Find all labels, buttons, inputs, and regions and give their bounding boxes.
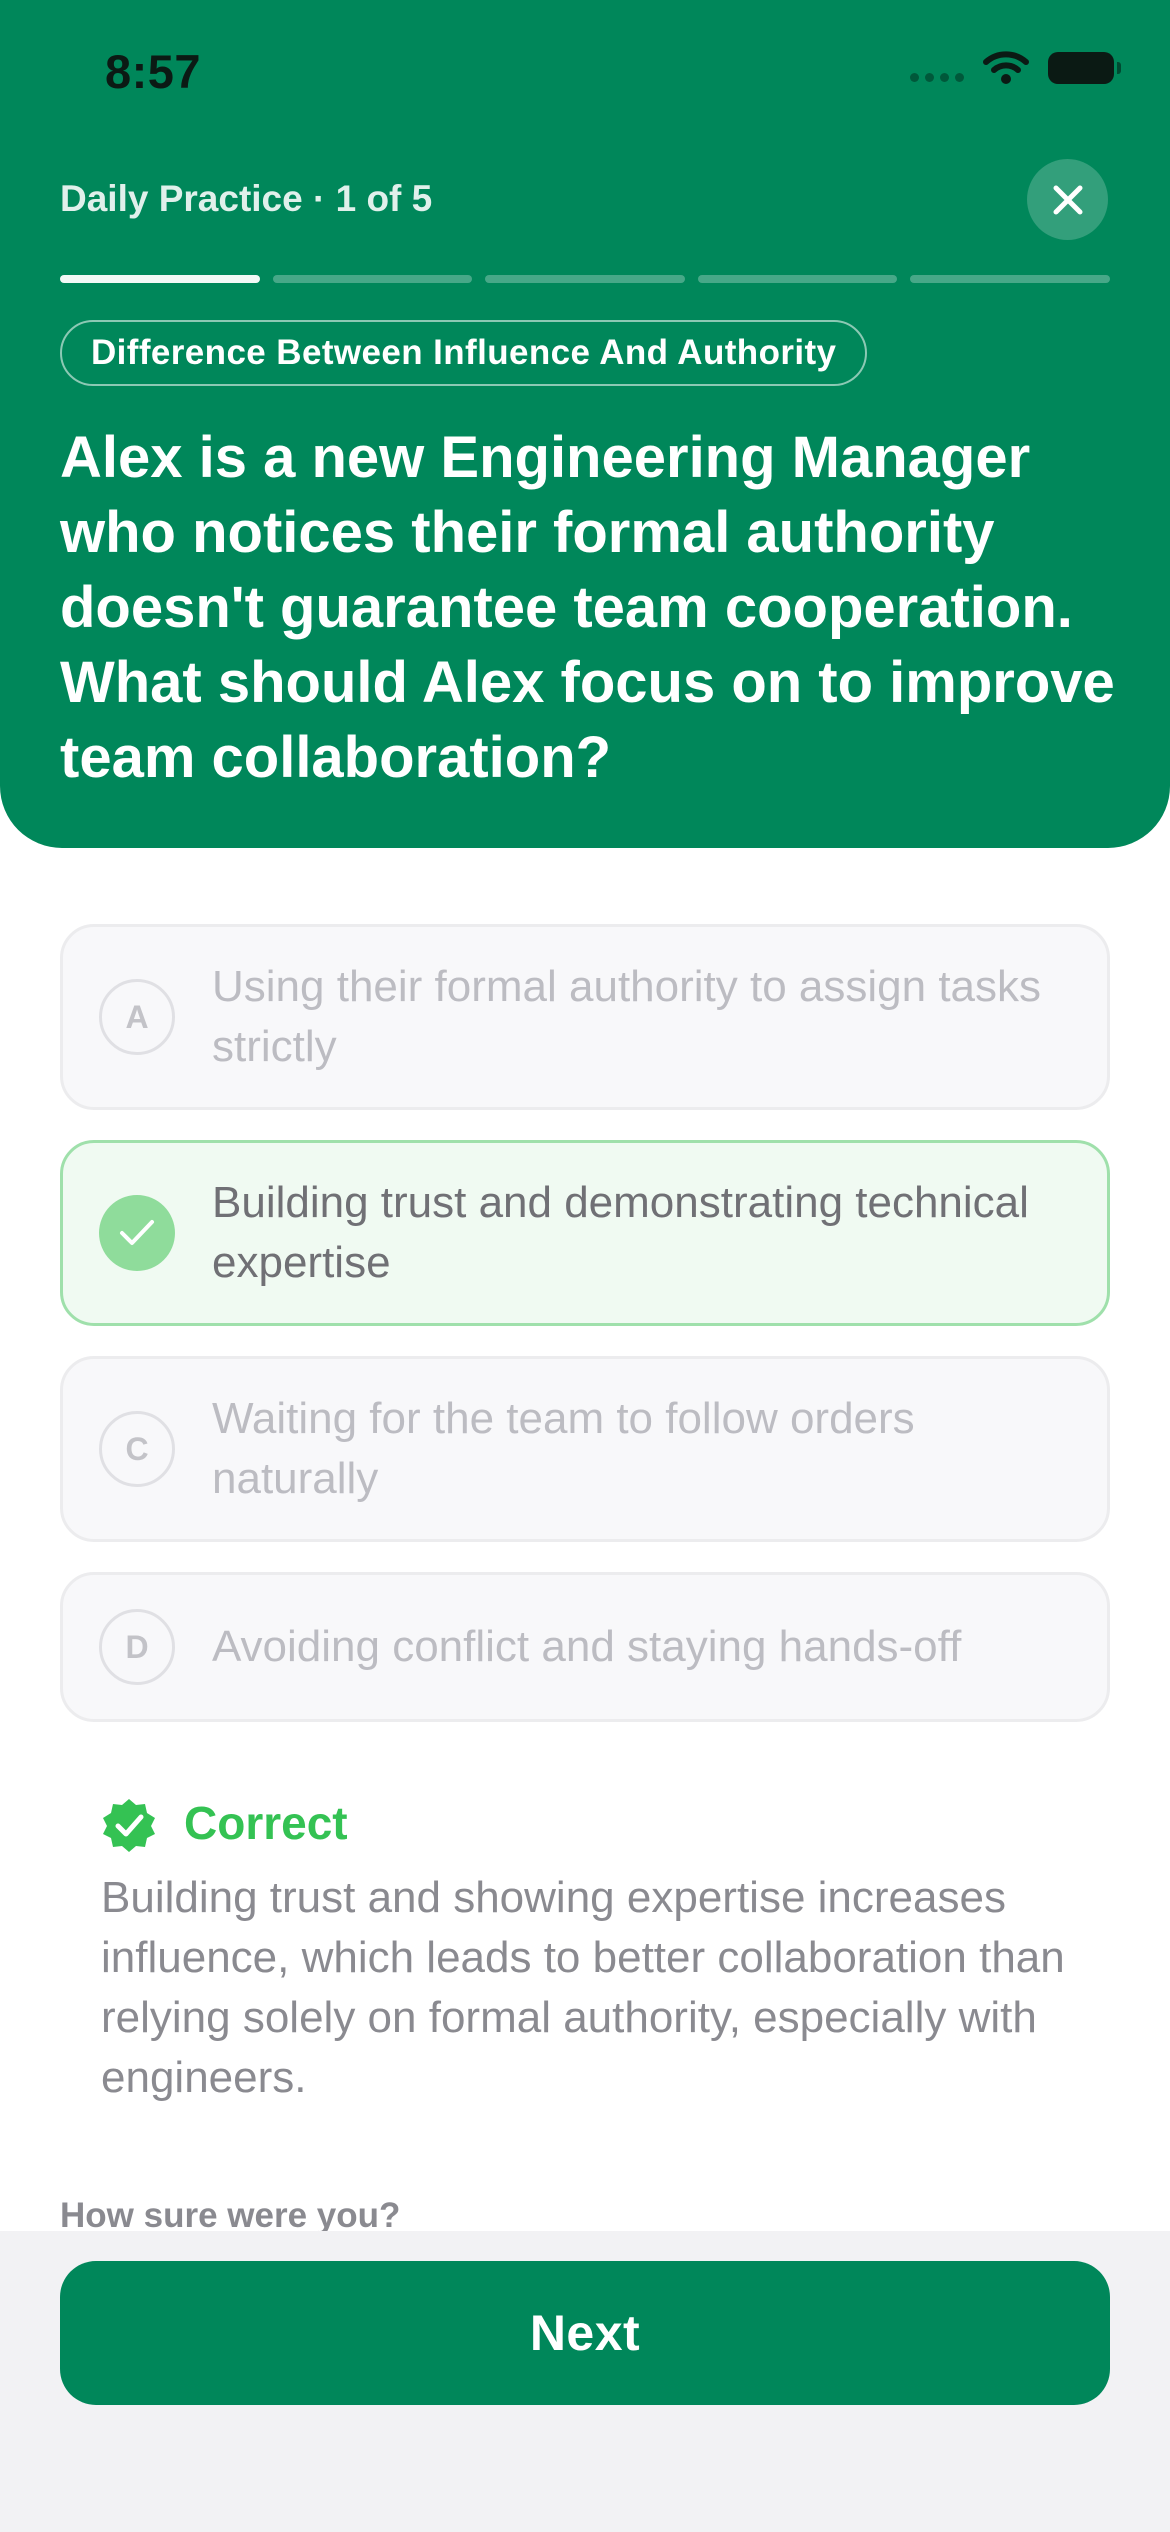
option-text: Using their formal authority to assign t…: [212, 962, 1042, 1071]
progress-segment: [485, 275, 685, 283]
wifi-icon: [983, 51, 1029, 84]
option-text: Waiting for the team to follow orders na…: [212, 1394, 915, 1503]
close-icon: [1053, 185, 1082, 214]
verified-badge-icon: [103, 1799, 155, 1852]
progress-segment: [272, 275, 473, 283]
close-button[interactable]: [1027, 159, 1108, 240]
question-header: 8:57 Daily Practice · 1 of 5 Difference …: [0, 0, 1170, 848]
progress-segment: [910, 275, 1110, 283]
confidence-label: How sure were you?: [60, 2196, 401, 2235]
status-icons: [910, 50, 1121, 86]
battery-icon: [1048, 52, 1121, 84]
feedback-title: Correct: [184, 1797, 348, 1849]
question-text: Alex is a new Engineering Manager who no…: [60, 425, 1115, 790]
option-d[interactable]: D Avoiding conflict and staying hands-of…: [60, 1572, 1110, 1722]
status-time: 8:57: [105, 45, 202, 98]
quiz-screen: 8:57 Daily Practice · 1 of 5 Difference …: [0, 0, 1170, 2532]
next-button[interactable]: Next: [60, 2261, 1110, 2405]
option-letter: C: [99, 1411, 175, 1487]
option-a[interactable]: A Using their formal authority to assign…: [60, 924, 1110, 1110]
topic-tag: Difference Between Influence And Authori…: [60, 320, 868, 386]
option-text: Building trust and demonstrating technic…: [212, 1178, 1029, 1287]
option-b-selected[interactable]: Building trust and demonstrating technic…: [60, 1140, 1110, 1326]
progress-bar: [60, 275, 1110, 283]
option-check: [99, 1195, 175, 1271]
option-text: Avoiding conflict and staying hands-off: [212, 1622, 962, 1671]
progress-segment: [60, 275, 260, 283]
option-letter: A: [99, 979, 175, 1055]
progress-segment: [697, 275, 898, 283]
option-c[interactable]: C Waiting for the team to follow orders …: [60, 1356, 1110, 1542]
practice-progress-label: Daily Practice · 1 of 5: [60, 178, 433, 219]
feedback-explanation: Building trust and showing expertise inc…: [101, 1873, 1065, 2102]
signal-icon: [910, 72, 964, 82]
check-icon: [120, 1220, 154, 1245]
option-letter: D: [99, 1609, 175, 1685]
